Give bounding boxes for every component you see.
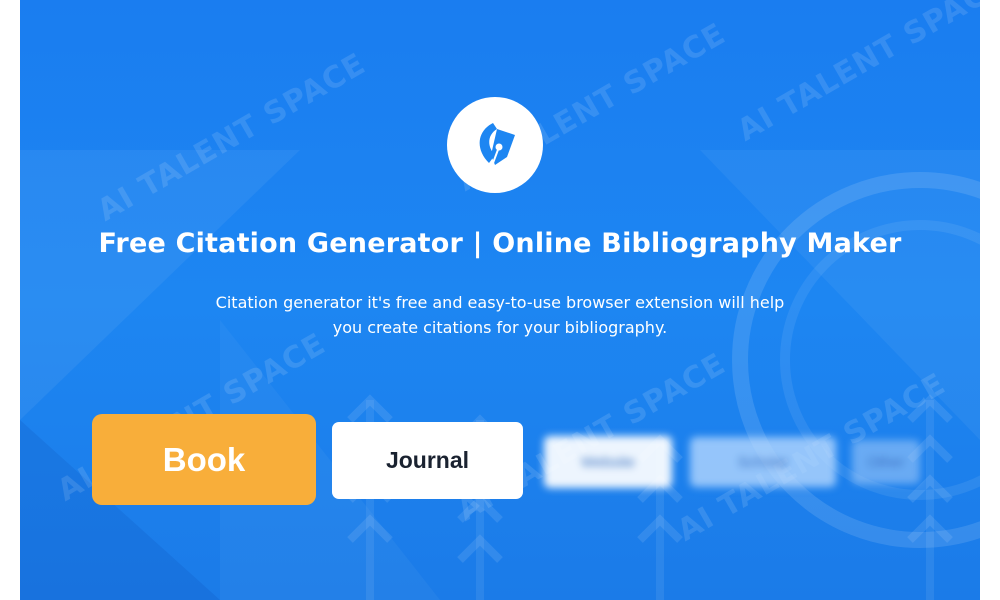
pen-nib-icon bbox=[447, 97, 543, 193]
page-title: Free Citation Generator | Online Bibliog… bbox=[98, 228, 902, 259]
source-type-website-button[interactable]: Website bbox=[544, 436, 672, 488]
hero-banner: AI TALENT SPACE AI TALENT SPACE AI TALEN… bbox=[20, 0, 980, 600]
source-type-journal-button[interactable]: Journal bbox=[332, 422, 523, 499]
page-subtitle: Citation generator it's free and easy-to… bbox=[215, 293, 785, 337]
source-type-scholar-button[interactable]: Scholar bbox=[690, 437, 836, 487]
source-type-book-button[interactable]: Book bbox=[92, 414, 316, 505]
source-type-other-button[interactable]: Other bbox=[852, 440, 920, 484]
